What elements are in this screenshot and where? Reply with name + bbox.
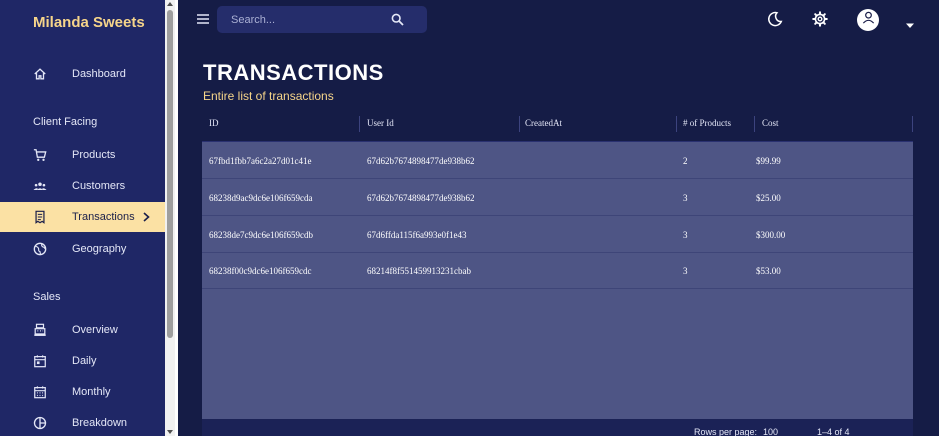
pagination-range: 1–4 of 4 (817, 427, 850, 436)
cell-user-id: 67d6ffda115f6a993e0f1e43 (367, 230, 467, 240)
column-header-user-id[interactable]: User Id (367, 118, 394, 128)
sidebar-item-label: Breakdown (72, 417, 128, 429)
sidebar: Milanda Sweets Dashboard Client Facing P… (0, 0, 165, 436)
globe-icon (33, 242, 47, 256)
calendar-today-icon (33, 354, 47, 368)
user-icon (861, 10, 876, 30)
column-header-id[interactable]: ID (209, 118, 219, 128)
table-row[interactable]: 68238d9ac9dc6e106f659cda 67d62b767489847… (202, 179, 913, 216)
table-row[interactable]: 67fbd1fbb7a6c2a27d01c41e 67d62b767489847… (202, 142, 913, 179)
section-label-sales: Sales (33, 291, 61, 303)
column-separator[interactable] (754, 116, 755, 132)
cell-cost: $25.00 (756, 193, 781, 203)
sidebar-item-label: Daily (72, 355, 97, 367)
sidebar-item-geography[interactable]: Geography (0, 234, 165, 264)
table-row[interactable]: 68238f00c9dc6e106f659cdc 68214f8f5514599… (202, 252, 913, 289)
sidebar-item-label: Monthly (72, 386, 111, 398)
sidebar-item-transactions[interactable]: Transactions (0, 202, 165, 232)
sidebar-item-products[interactable]: Products (0, 140, 165, 170)
sidebar-item-breakdown[interactable]: Breakdown (0, 408, 165, 436)
sidebar-item-label: Dashboard (72, 68, 126, 80)
table-row[interactable]: 68238de7c9dc6e106f659cdb 67d6ffda115f6a9… (202, 216, 913, 253)
receipt-icon (33, 210, 47, 224)
table-header: ID User Id CreatedAt # of Products Cost (202, 111, 913, 142)
column-header-created-at[interactable]: CreatedAt (525, 118, 562, 128)
search-input[interactable] (231, 12, 391, 27)
cell-user-id: 67d62b7674898477de938b62 (367, 156, 475, 166)
sidebar-item-label: Geography (72, 243, 127, 255)
point-of-sale-icon (33, 323, 47, 337)
sidebar-item-overview[interactable]: Overview (0, 315, 165, 345)
pie-chart-icon (33, 416, 47, 430)
cell-id: 68238f00c9dc6e106f659cdc (209, 266, 312, 276)
search-icon[interactable] (391, 13, 404, 26)
column-separator[interactable] (519, 116, 520, 132)
scroll-down-arrow-icon[interactable] (166, 428, 174, 436)
calendar-month-icon (33, 385, 47, 399)
sidebar-item-label: Transactions (72, 211, 135, 223)
scroll-up-arrow-icon[interactable] (166, 0, 174, 8)
cell-cost: $99.99 (756, 156, 781, 166)
sidebar-item-label: Overview (72, 324, 118, 336)
table-body: 67fbd1fbb7a6c2a27d01c41e 67d62b767489847… (202, 142, 913, 419)
divider (175, 0, 178, 436)
cell-products: 3 (683, 266, 688, 276)
shopping-cart-icon (33, 148, 47, 162)
menu-icon[interactable] (196, 12, 210, 26)
sidebar-item-customers[interactable]: Customers (0, 171, 165, 201)
sidebar-item-dashboard[interactable]: Dashboard (0, 59, 165, 89)
column-separator[interactable] (359, 116, 360, 132)
column-header-cost[interactable]: Cost (762, 118, 779, 128)
groups-icon (33, 179, 47, 193)
cell-user-id: 68214f8f551459913231cbab (367, 266, 471, 276)
sidebar-item-monthly[interactable]: Monthly (0, 377, 165, 407)
moon-icon[interactable] (767, 11, 783, 27)
avatar[interactable] (857, 9, 879, 31)
cell-products: 3 (683, 193, 688, 203)
sidebar-scrollbar[interactable] (165, 0, 175, 436)
sidebar-item-label: Products (72, 149, 116, 161)
cell-products: 2 (683, 156, 688, 166)
sidebar-item-label: Customers (72, 180, 126, 192)
scrollbar-thumb[interactable] (167, 10, 173, 338)
brand-title: Milanda Sweets (33, 14, 145, 31)
column-separator[interactable] (676, 116, 677, 132)
cell-cost: $300.00 (756, 230, 786, 240)
section-label-client-facing: Client Facing (33, 116, 98, 128)
cell-cost: $53.00 (756, 266, 781, 276)
cell-user-id: 67d62b7674898477de938b62 (367, 193, 475, 203)
rows-per-page-label: Rows per page: (694, 427, 758, 436)
cell-products: 3 (683, 230, 688, 240)
column-separator[interactable] (912, 116, 913, 132)
column-header-products[interactable]: # of Products (683, 118, 731, 128)
settings-icon[interactable] (812, 11, 828, 27)
table-pagination: Rows per page: 100 1–4 of 4 (202, 419, 913, 436)
cell-id: 67fbd1fbb7a6c2a27d01c41e (209, 156, 312, 166)
cell-id: 68238de7c9dc6e106f659cdb (209, 230, 313, 240)
home-icon (33, 67, 47, 81)
page-subtitle: Entire list of transactions (203, 89, 334, 103)
page-title: TRANSACTIONS (203, 60, 384, 85)
rows-per-page-select[interactable]: 100 (763, 427, 778, 436)
caret-down-icon[interactable] (905, 16, 915, 28)
sidebar-item-daily[interactable]: Daily (0, 346, 165, 376)
search-bar (217, 6, 427, 33)
chevron-right-icon (140, 210, 152, 224)
cell-id: 68238d9ac9dc6e106f659cda (209, 193, 313, 203)
